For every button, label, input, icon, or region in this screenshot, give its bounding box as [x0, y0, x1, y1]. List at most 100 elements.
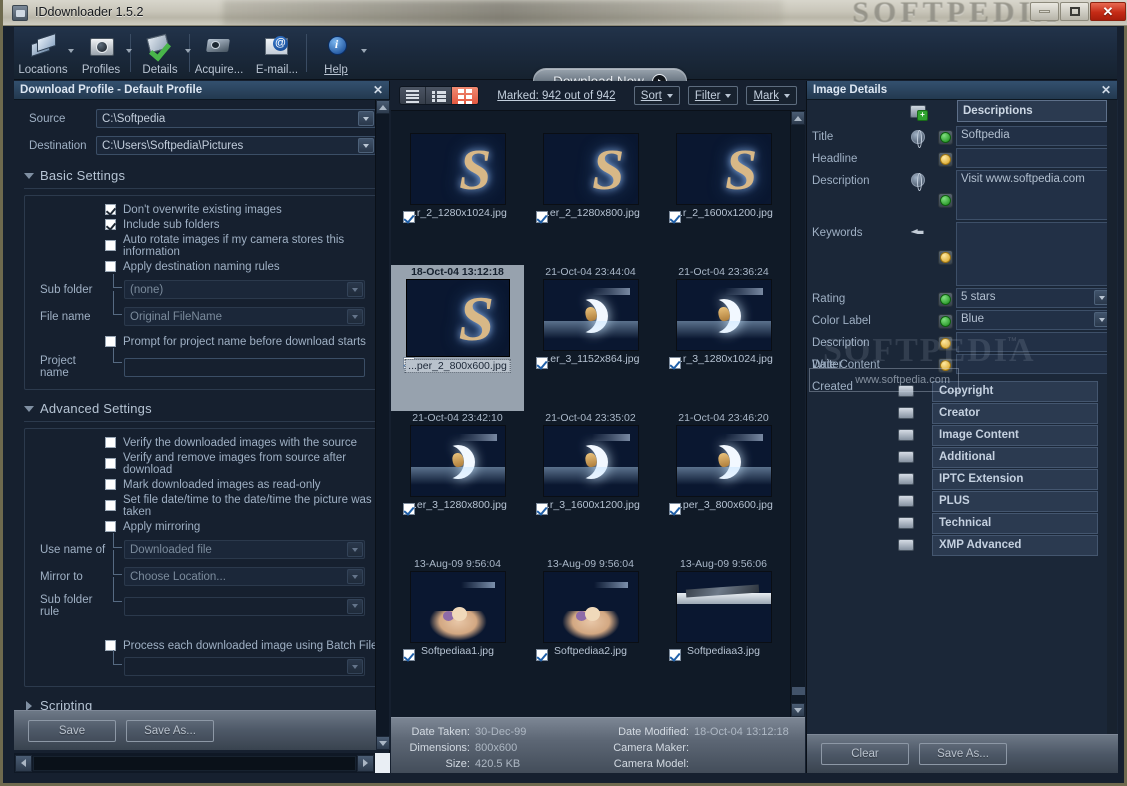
use-name-of-select[interactable]: Downloaded file	[124, 540, 365, 559]
thumbnail-image[interactable]	[409, 425, 506, 497]
thumbnail-image[interactable]	[409, 133, 506, 205]
thumbnail-image[interactable]	[542, 425, 639, 497]
category-row[interactable]: XMP Advanced	[807, 534, 1118, 556]
status-yellow-icon[interactable]	[937, 357, 953, 373]
status-green-icon[interactable]	[937, 193, 953, 208]
clear-button[interactable]: Clear	[821, 743, 909, 765]
field-input-date-content-created[interactable]	[956, 354, 1112, 374]
thumbnail-cell[interactable]: 13-Aug-09 9:56:06 Softpediaa3.jpg	[657, 557, 790, 703]
file-name-select[interactable]: Original FileName	[124, 307, 365, 326]
checkbox-verify-remove[interactable]	[105, 458, 116, 469]
mark-button[interactable]: Mark	[746, 86, 797, 105]
chevron-down-icon[interactable]	[358, 138, 374, 153]
arrow-icon[interactable]	[911, 227, 926, 237]
category-button[interactable]: Creator	[932, 402, 1098, 424]
category-row[interactable]: Creator	[807, 402, 1118, 424]
checkbox-prompt-project-name[interactable]	[105, 336, 116, 347]
thumbnail-image[interactable]	[675, 279, 772, 351]
thumbnail-checkbox[interactable]	[403, 211, 415, 223]
checkbox-destination-naming[interactable]	[105, 261, 116, 272]
close-button[interactable]: ✕	[1090, 2, 1126, 21]
scroll-left-icon[interactable]	[15, 754, 32, 772]
status-green-icon[interactable]	[937, 291, 953, 307]
category-button[interactable]: Image Content	[932, 424, 1098, 446]
marked-count-label[interactable]: Marked: 942 out of 942	[487, 90, 626, 102]
save-as-button[interactable]: Save As...	[126, 719, 214, 742]
close-icon[interactable]: ✕	[1101, 83, 1111, 97]
ribbon-button-help[interactable]: Help	[307, 27, 367, 80]
checkbox-include-subfolders[interactable]	[105, 219, 116, 230]
checkbox-row[interactable]: Apply mirroring	[25, 519, 379, 534]
scroll-down-icon[interactable]	[376, 736, 390, 750]
chevron-down-icon[interactable]	[347, 309, 363, 324]
thumbnail-checkbox[interactable]	[536, 211, 548, 223]
checkbox-row[interactable]: Verify the downloaded images with the so…	[25, 435, 379, 450]
thumbnail-checkbox[interactable]	[536, 357, 548, 369]
ribbon-button-locations[interactable]: Locations	[14, 27, 74, 80]
globe-icon[interactable]	[911, 173, 925, 191]
thumbnail-cell[interactable]: 13-Aug-09 9:56:04 Softpediaa1.jpg	[391, 557, 524, 703]
thumbnail-image[interactable]	[675, 133, 772, 205]
ribbon-button-email[interactable]: E-mail...	[248, 27, 306, 80]
scroll-right-icon[interactable]	[357, 754, 374, 772]
batch-file-select[interactable]	[124, 657, 365, 676]
close-icon[interactable]: ✕	[373, 83, 383, 97]
thumbnail-cell[interactable]: 21-Oct-04 23:35:02 ...r_3_1600x1200.jpg	[524, 411, 657, 557]
category-row[interactable]: PLUS	[807, 490, 1118, 512]
chevron-down-icon[interactable]	[347, 598, 363, 614]
checkbox-row[interactable]: Auto rotate images if my camera stores t…	[25, 232, 379, 259]
status-yellow-icon[interactable]	[937, 151, 953, 167]
status-yellow-icon[interactable]	[937, 335, 953, 351]
filter-button[interactable]: Filter	[687, 86, 739, 105]
checkbox-set-file-date[interactable]	[105, 500, 116, 511]
thumbnail-checkbox[interactable]	[669, 357, 681, 369]
category-row[interactable]: Image Content	[807, 424, 1118, 446]
thumbnail-image[interactable]	[542, 571, 639, 643]
thumbnail-image[interactable]	[542, 279, 639, 351]
chevron-down-icon[interactable]	[347, 659, 363, 674]
left-panel-scrollbar[interactable]	[375, 100, 390, 750]
status-green-icon[interactable]	[937, 129, 953, 145]
grid-view-icon[interactable]	[452, 87, 478, 104]
left-panel-hscrollbar[interactable]	[14, 753, 390, 773]
thumbnail-cell[interactable]: ...r_2_1280x1024.jpg	[391, 119, 524, 265]
thumbnail-image[interactable]	[409, 571, 506, 643]
detail-view-icon[interactable]	[426, 87, 452, 104]
ribbon-button-profiles[interactable]: Profiles	[72, 27, 132, 80]
checkbox-row[interactable]: Verify and remove images from source aft…	[25, 450, 379, 477]
thumbnail-cell[interactable]: ...er_2_1280x800.jpg	[524, 119, 657, 265]
scroll-up-icon[interactable]	[376, 100, 390, 114]
scrollbar-thumb[interactable]	[792, 687, 805, 695]
thumbnail-checkbox[interactable]	[669, 649, 681, 661]
category-button[interactable]: XMP Advanced	[932, 534, 1098, 556]
destination-input[interactable]: C:\Users\Softpedia\Pictures	[96, 136, 376, 155]
globe-icon[interactable]	[911, 130, 925, 148]
checkbox-apply-mirroring[interactable]	[105, 521, 116, 532]
thumbnail-checkbox[interactable]	[536, 649, 548, 661]
project-name-input[interactable]	[124, 357, 365, 377]
minimize-button[interactable]	[1030, 2, 1059, 21]
hscroll-track[interactable]	[33, 755, 356, 771]
sub-folder-select[interactable]: (none)	[124, 280, 365, 299]
scroll-up-icon[interactable]	[791, 111, 805, 125]
mirror-to-select[interactable]: Choose Location...	[124, 567, 365, 586]
ribbon-button-details[interactable]: Details	[131, 27, 191, 80]
thumbnail-cell[interactable]: 21-Oct-04 23:44:04 ...er_3_1152x864.jpg	[524, 265, 657, 411]
sort-button[interactable]: Sort	[633, 86, 680, 105]
thumbnail-image[interactable]	[542, 133, 639, 205]
category-row[interactable]: IPTC Extension	[807, 468, 1118, 490]
thumbnail-cell[interactable]: 21-Oct-04 23:36:24 ...r_3_1280x1024.jpg	[657, 265, 790, 411]
category-button[interactable]: PLUS	[932, 490, 1098, 512]
chevron-down-icon[interactable]	[347, 282, 363, 297]
thumbnail-scrollbar[interactable]	[790, 111, 805, 717]
field-select-color-label[interactable]: Blue	[956, 310, 1112, 330]
chevron-down-icon[interactable]	[347, 569, 363, 584]
checkbox-dont-overwrite[interactable]	[105, 204, 116, 215]
sub-folder-rule-select[interactable]	[124, 596, 365, 616]
chevron-down-icon[interactable]	[361, 49, 367, 53]
ribbon-button-acquire[interactable]: Acquire...	[190, 27, 248, 80]
field-input-title[interactable]: Softpedia	[956, 126, 1112, 146]
chevron-down-icon[interactable]	[358, 111, 374, 126]
view-mode-toggle[interactable]	[399, 86, 479, 105]
thumbnail-checkbox[interactable]	[403, 649, 415, 661]
